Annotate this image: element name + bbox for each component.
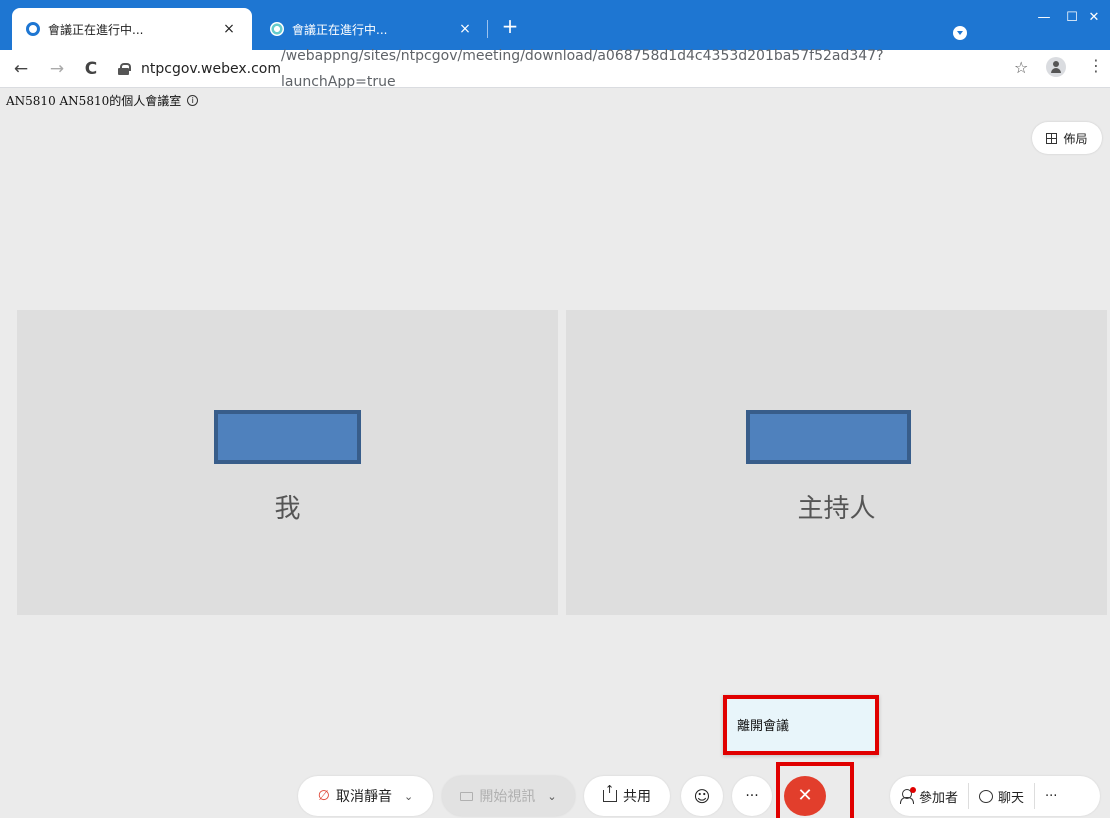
new-tab-button[interactable]: + bbox=[498, 14, 522, 38]
tab-label: 會議正在進行中... bbox=[292, 22, 388, 37]
meeting-stage: AN5810 AN5810的個人會議室 i 佈局 我 主持人 離開會議 ∅ 取消… bbox=[0, 88, 1110, 818]
bookmark-star-icon[interactable]: ☆ bbox=[1014, 58, 1028, 77]
notification-dot bbox=[910, 787, 916, 793]
tab-close-icon[interactable]: × bbox=[456, 21, 474, 37]
camera-icon bbox=[460, 791, 474, 801]
leave-meeting-button[interactable]: ✕ bbox=[784, 776, 826, 816]
chevron-down-icon[interactable]: ⌄ bbox=[404, 790, 413, 803]
leave-meeting-menu-item[interactable]: 離開會議 bbox=[723, 695, 879, 755]
video-placeholder bbox=[746, 410, 911, 464]
share-icon bbox=[603, 783, 617, 802]
tab-search-icon[interactable] bbox=[953, 26, 967, 40]
forward-button[interactable]: → bbox=[46, 58, 68, 80]
more-options-button[interactable]: ··· bbox=[732, 776, 772, 816]
chevron-down-icon[interactable]: ⌄ bbox=[547, 790, 556, 803]
unmute-button[interactable]: ∅ 取消靜音 ⌄ bbox=[298, 776, 433, 816]
start-video-label: 開始視訊 bbox=[479, 789, 536, 805]
mic-muted-icon: ∅ bbox=[317, 788, 330, 804]
participant-name: 我 bbox=[274, 494, 301, 524]
tab-meeting-active[interactable]: 會議正在進行中... × bbox=[12, 8, 252, 50]
room-title-text: AN5810 AN5810的個人會議室 bbox=[6, 94, 182, 108]
leave-meeting-label: 離開會議 bbox=[737, 719, 790, 734]
profile-avatar-icon[interactable] bbox=[1046, 57, 1066, 77]
participants-button[interactable]: 參加者 bbox=[890, 776, 968, 816]
chat-icon bbox=[979, 789, 994, 803]
url-host: ntpcgov.webex.com bbox=[141, 61, 281, 77]
grid-layout-icon bbox=[1046, 132, 1058, 144]
more-panels-button[interactable]: ··· bbox=[1035, 776, 1067, 816]
participant-tile-host: 主持人 bbox=[566, 310, 1107, 615]
close-window-button[interactable]: ✕ bbox=[1076, 6, 1110, 30]
chat-button[interactable]: 聊天 bbox=[969, 776, 1034, 816]
webex-favicon-icon bbox=[270, 22, 284, 36]
chat-label: 聊天 bbox=[998, 790, 1025, 806]
start-video-button[interactable]: 開始視訊 ⌄ bbox=[442, 776, 575, 816]
tab-close-icon[interactable]: × bbox=[220, 21, 238, 37]
participant-name: 主持人 bbox=[797, 494, 876, 524]
lock-icon[interactable] bbox=[118, 63, 131, 75]
back-button[interactable]: ← bbox=[10, 58, 32, 80]
participants-label: 參加者 bbox=[919, 790, 959, 806]
tab-separator bbox=[487, 20, 488, 38]
address-bar[interactable]: ntpcgov.webex.com/webappng/sites/ntpcgov… bbox=[118, 48, 998, 90]
video-placeholder bbox=[214, 410, 361, 464]
participant-tile-self: 我 bbox=[17, 310, 558, 615]
browser-toolbar: ← → C ntpcgov.webex.com/webappng/sites/n… bbox=[0, 48, 1110, 90]
browser-menu-icon[interactable]: ⋮ bbox=[1088, 58, 1104, 74]
layout-label: 佈局 bbox=[1063, 131, 1088, 146]
right-controls: 參加者 聊天 ··· bbox=[890, 776, 1100, 816]
unmute-label: 取消靜音 bbox=[335, 789, 392, 805]
tab-label: 會議正在進行中... bbox=[48, 22, 144, 37]
reactions-button[interactable]: ☺ bbox=[681, 776, 723, 816]
participants-icon bbox=[900, 787, 916, 804]
webex-favicon-icon bbox=[26, 22, 40, 36]
info-icon[interactable]: i bbox=[187, 95, 199, 106]
share-label: 共用 bbox=[623, 789, 651, 805]
layout-button[interactable]: 佈局 bbox=[1032, 122, 1102, 154]
reload-button[interactable]: C bbox=[80, 58, 102, 80]
share-button[interactable]: 共用 bbox=[584, 776, 670, 816]
meeting-room-title: AN5810 AN5810的個人會議室 i bbox=[6, 92, 199, 109]
